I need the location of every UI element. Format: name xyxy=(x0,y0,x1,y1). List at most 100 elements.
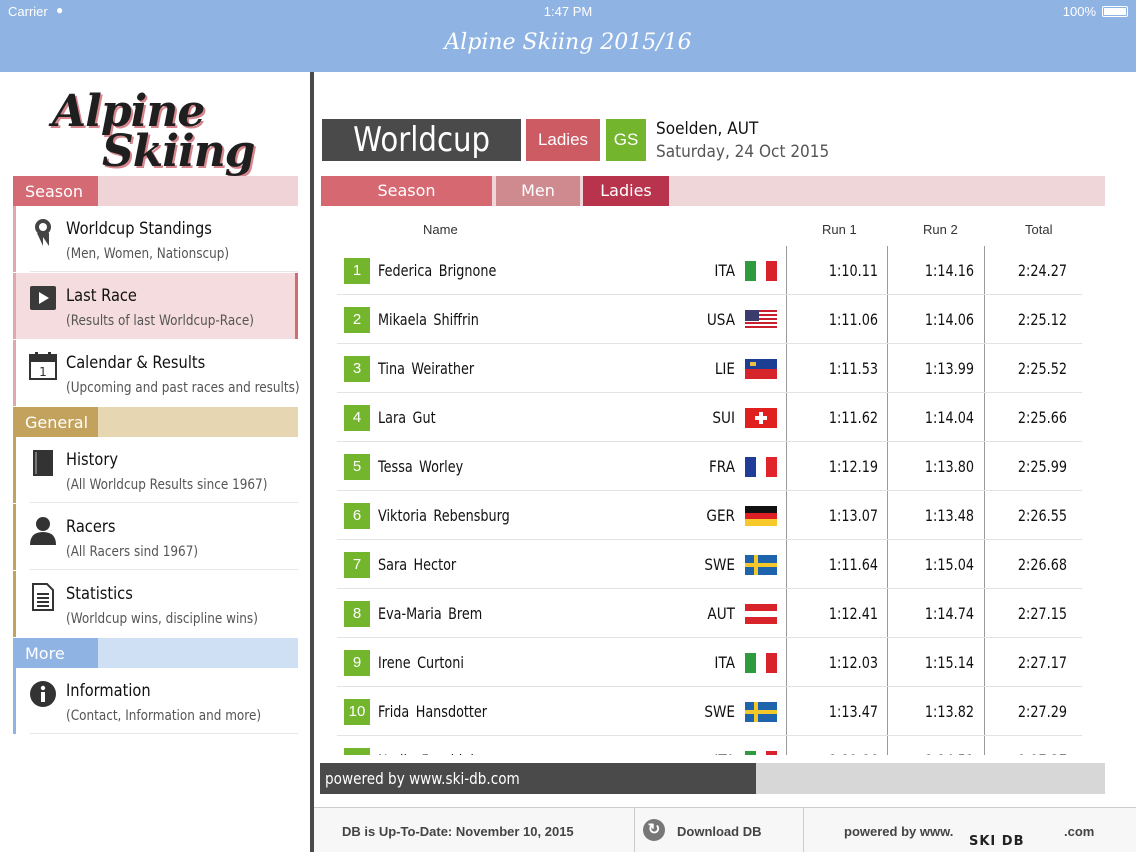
sidebar-item-statistics[interactable]: Statistics (Worldcup wins, discipline wi… xyxy=(13,571,298,637)
table-row[interactable]: 8 Eva-Maria Brem AUT 1:12.41 1:14.74 2:27.15 xyxy=(337,589,1082,638)
results-table[interactable]: Name Run 1 Run 2 Total 1 Federica Brignon… xyxy=(337,212,1105,755)
sidebar-item-last-race[interactable]: Last Race (Results of last Worldcup-Race… xyxy=(13,273,298,339)
racer-name: Viktoria Rebensburg xyxy=(378,506,510,525)
powered-by-text: powered by www.ski-db.com xyxy=(325,769,520,788)
total-time: 2:27.29 xyxy=(1017,702,1067,721)
book-icon xyxy=(28,448,58,478)
table-row[interactable]: 6 Viktoria Rebensburg GER 1:13.07 1:13.48 2:2… xyxy=(337,491,1082,540)
table-row[interactable]: 9 Irene Curtoni ITA 1:12.03 1:15.14 2:27.17 xyxy=(337,638,1082,687)
total-time: 2:25.66 xyxy=(1017,408,1067,427)
table-row[interactable]: 2 Mikaela Shiffrin USA 1:11.06 1:14.06 2:25.1… xyxy=(337,295,1082,344)
country-flag-icon xyxy=(745,310,777,330)
rank-badge: 7 xyxy=(344,552,370,578)
section-header-general: General xyxy=(13,407,298,437)
powered-by-label[interactable]: powered by www.ski-db.com xyxy=(320,763,756,794)
sidebar-item-title: History xyxy=(66,450,119,470)
document-icon xyxy=(28,582,58,612)
status-time: 1:47 PM xyxy=(543,4,593,19)
racer-name: Federica Brignone xyxy=(378,261,497,280)
racer-name: Tina Weirather xyxy=(378,359,475,378)
rank-badge: 8 xyxy=(344,601,370,627)
table-row[interactable]: 1 Federica Brignone ITA 1:10.11 1:14.16 2:24.… xyxy=(337,246,1082,295)
rank-badge: 10 xyxy=(344,699,370,725)
sidebar-item-information[interactable]: Information (Contact, Information and mo… xyxy=(13,668,298,734)
gender-badge: Ladies xyxy=(526,119,600,161)
sidebar-item-title: Racers xyxy=(66,517,116,537)
country-flag-icon xyxy=(745,604,777,624)
racer-name: Mikaela Shiffrin xyxy=(378,310,479,329)
download-refresh-icon[interactable] xyxy=(643,819,665,841)
country-code: LIE xyxy=(714,359,735,378)
country-code: USA xyxy=(706,310,735,329)
run2-time: 1:13.82 xyxy=(924,702,974,721)
person-icon xyxy=(28,515,58,545)
country-code: ITA xyxy=(686,751,735,755)
total-time: 2:27.15 xyxy=(1017,604,1067,623)
run1-time: 1:11.53 xyxy=(828,359,878,378)
table-row[interactable]: 7 Sara Hector SWE 1:11.64 1:15.04 2:26.68 xyxy=(337,540,1082,589)
sidebar-item-worldcup-standings[interactable]: Worldcup Standings (Men, Women, Nationsc… xyxy=(13,206,298,272)
sidebar-item-title: Worldcup Standings xyxy=(66,219,212,239)
table-row[interactable]: 11 Nadia Fanchini ITA 1:12.86 1:14.51 2:27.37 xyxy=(337,736,1082,755)
run2-time: 1:14.04 xyxy=(924,408,974,427)
run1-time: 1:12.19 xyxy=(828,457,878,476)
total-time: 2:25.12 xyxy=(1017,310,1067,329)
section-label-more: More xyxy=(13,638,98,668)
footer-powered-suffix[interactable]: .com xyxy=(1064,824,1094,839)
total-time: 2:27.37 xyxy=(1011,751,1067,755)
info-icon xyxy=(28,679,58,709)
total-time: 2:24.27 xyxy=(1017,261,1067,280)
run2-time: 1:15.04 xyxy=(924,555,974,574)
column-header-name: Name xyxy=(423,222,458,237)
ski-db-logo: SKI DB xyxy=(969,834,1025,849)
sidebar-item-title: Information xyxy=(66,681,151,701)
divider xyxy=(30,569,298,570)
country-code: AUT xyxy=(707,604,735,623)
country-flag-icon xyxy=(745,751,777,755)
tab-season[interactable]: Season xyxy=(321,176,492,206)
sidebar-item-calendar-results[interactable]: 1 Calendar & Results (Upcoming and past … xyxy=(13,340,300,406)
country-flag-icon xyxy=(745,457,777,477)
run2-time: 1:13.80 xyxy=(924,457,974,476)
download-db-button[interactable]: Download DB xyxy=(677,824,762,839)
rank-badge: 9 xyxy=(344,650,370,676)
competition-label: Worldcup xyxy=(353,120,490,160)
run2-time: 1:13.48 xyxy=(924,506,974,525)
section-label-season: Season xyxy=(13,176,98,206)
country-flag-icon xyxy=(745,555,777,575)
table-row[interactable]: 5 Tessa Worley FRA 1:12.19 1:13.80 2:25.99 xyxy=(337,442,1082,491)
country-flag-icon xyxy=(745,702,777,722)
run1-time: 1:13.47 xyxy=(828,702,878,721)
run2-time: 1:14.16 xyxy=(924,261,974,280)
run1-time: 1:11.06 xyxy=(828,310,878,329)
run1-time: 1:12.86 xyxy=(809,751,878,755)
section-header-fill xyxy=(98,638,298,668)
main-content: Worldcup Ladies GS Soelden, AUT Saturday… xyxy=(314,72,1136,852)
race-location: Soelden, AUT xyxy=(656,119,759,139)
country-flag-icon xyxy=(745,506,777,526)
calendar-icon: 1 xyxy=(28,351,58,381)
rank-badge: 3 xyxy=(344,356,370,382)
run2-time: 1:14.74 xyxy=(924,604,974,623)
total-time: 2:26.55 xyxy=(1017,506,1067,525)
table-row[interactable]: 10 Frida Hansdotter SWE 1:13.47 1:13.82 2:27.… xyxy=(337,687,1082,736)
footer-toolbar: DB is Up-To-Date: November 10, 2015 Down… xyxy=(314,807,1136,852)
sidebar-item-racers[interactable]: Racers (All Racers sind 1967) xyxy=(13,504,298,570)
table-row[interactable]: 3 Tina Weirather LIE 1:11.53 1:13.99 2:25.52 xyxy=(337,344,1082,393)
section-header-more: More xyxy=(13,638,298,668)
run2-time: 1:14.06 xyxy=(924,310,974,329)
tab-men[interactable]: Men xyxy=(496,176,580,206)
sidebar-item-history[interactable]: History (All Worldcup Results since 1967… xyxy=(13,437,298,503)
page-title: Alpine Skiing 2015/16 xyxy=(444,30,692,55)
country-flag-icon xyxy=(745,653,777,673)
sidebar-item-subtitle: (Contact, Information and more) xyxy=(66,708,262,724)
footer-powered-prefix[interactable]: powered by www. xyxy=(844,824,953,839)
column-header-run1: Run 1 xyxy=(822,222,857,237)
app-logo: Alpine Skiing xyxy=(48,86,255,177)
table-row[interactable]: 4 Lara Gut SUI 1:11.62 1:14.04 2:25.66 xyxy=(337,393,1082,442)
divider xyxy=(30,271,298,272)
racer-name: Eva-Maria Brem xyxy=(378,604,483,623)
country-flag-icon xyxy=(745,408,777,428)
discipline-badge: GS xyxy=(606,119,646,161)
tab-ladies[interactable]: Ladies xyxy=(583,176,669,206)
